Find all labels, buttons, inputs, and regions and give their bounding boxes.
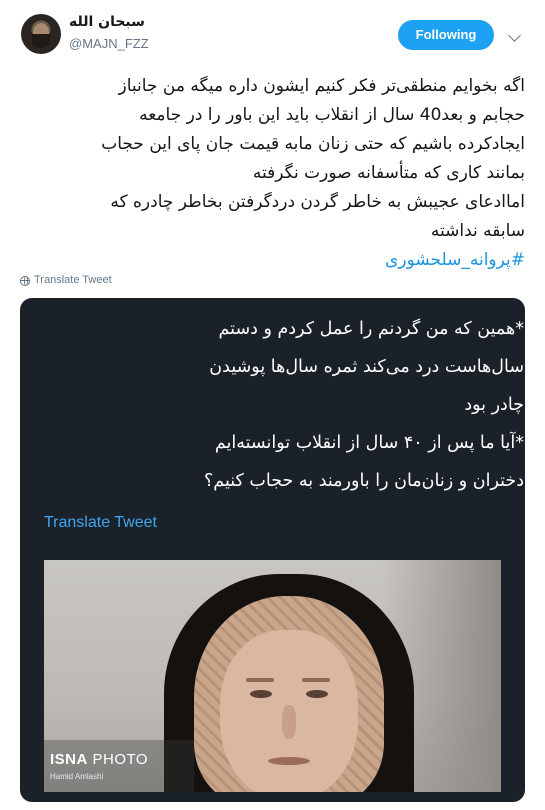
hashtag-link[interactable]: #پروانه_سلحشوری — [20, 246, 525, 275]
watermark-word: PHOTO — [92, 751, 149, 768]
quote-line: *همین که من گردنم را عمل کردم و دستم — [218, 319, 524, 339]
tweet-line: ایجادکرده باشیم که حتی زنان مابه قیمت جا… — [101, 134, 525, 154]
portrait-photo: ISNA PHOTO Hamid Amlashi — [44, 560, 501, 792]
quote-line: سال‌هاست درد می‌کند ثمره سال‌ها پوشیدن — [209, 357, 524, 377]
following-button[interactable]: Following — [398, 20, 494, 50]
tweet-line: حجابم و بعد40 سال از انقلاب باید این باو… — [139, 105, 525, 125]
right-eyebrow — [302, 678, 330, 682]
quote-line: چادر بود — [464, 395, 524, 415]
tweet-line: سابقه نداشته — [430, 221, 525, 241]
watermark-logo: ISNA PHOTO — [50, 751, 148, 768]
tweet-text: اگه بخوایم منطقی‌تر فکر کنیم ایشون داره … — [20, 72, 525, 275]
chevron-down-icon[interactable] — [508, 29, 521, 42]
user-display-name[interactable]: سبحان الله — [69, 14, 159, 30]
card-translate-tweet-link[interactable]: Translate Tweet — [44, 514, 157, 532]
watermark-credit: Hamid Amlashi — [50, 772, 104, 781]
tweet-line: بمانند کاری که متأسفانه صورت نگرفته — [252, 163, 525, 183]
watermark-brand: ISNA — [50, 751, 88, 768]
avatar[interactable] — [21, 14, 61, 54]
user-handle[interactable]: @MAJN_FZZ — [69, 36, 149, 51]
tweet-header: سبحان الله @MAJN_FZZ Following — [0, 0, 545, 70]
tweet-line: اگه بخوایم منطقی‌تر فکر کنیم ایشون داره … — [118, 76, 525, 96]
quote-text: *همین که من گردنم را عمل کردم و دستم سال… — [44, 310, 524, 500]
left-eye — [250, 690, 272, 698]
right-eye — [306, 690, 328, 698]
nose — [282, 705, 296, 739]
quote-line: *آیا ما پس از ۴۰ سال از انقلاب توانسته‌ا… — [214, 433, 524, 453]
quote-line: دختران و زنان‌مان را باورمند به حجاب کنی… — [204, 471, 524, 491]
translate-tweet-link[interactable]: Translate Tweet — [34, 274, 112, 286]
left-eyebrow — [246, 678, 274, 682]
avatar-beard — [32, 34, 50, 48]
tweet-line: اماادعای عجیبش به خاطر گردن دردگرفتن بخا… — [110, 192, 525, 212]
globe-icon — [20, 276, 30, 286]
mouth — [268, 757, 310, 765]
quoted-image-card[interactable]: *همین که من گردنم را عمل کردم و دستم سال… — [20, 298, 525, 802]
